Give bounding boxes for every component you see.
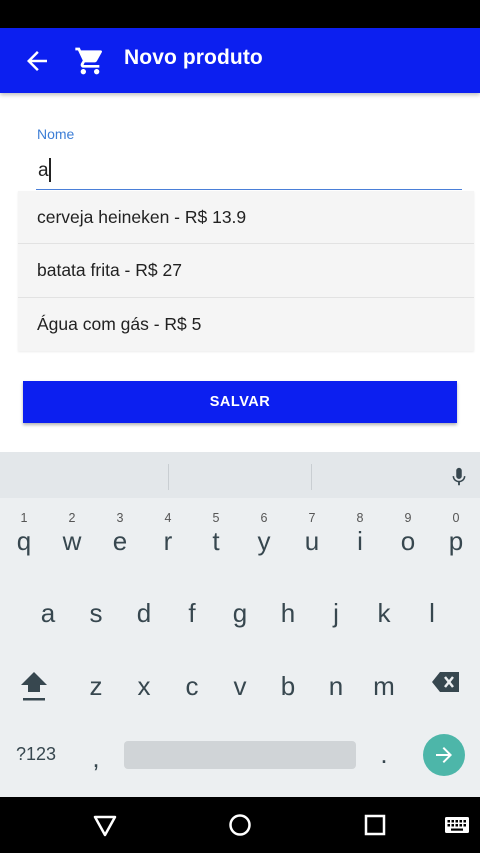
backspace-key[interactable] — [422, 652, 470, 712]
autocomplete-item[interactable]: Água com gás - R$ 5 — [18, 298, 474, 351]
key-hint: 4 — [164, 511, 172, 525]
key-g[interactable]: g — [216, 579, 264, 639]
key-char: d — [136, 597, 152, 628]
status-bar — [0, 0, 480, 28]
key-v[interactable]: v — [216, 652, 264, 712]
key-char: t — [212, 525, 220, 556]
key-char: r — [163, 525, 173, 556]
key-char: b — [280, 670, 296, 701]
key-i[interactable]: 8i — [336, 507, 384, 567]
key-char: w — [62, 525, 82, 556]
key-char: . — [380, 738, 388, 769]
key-r[interactable]: 4r — [144, 507, 192, 567]
symbols-key[interactable]: ?123 — [12, 724, 60, 784]
arrow-forward-icon — [436, 747, 452, 763]
key-hint: 5 — [212, 511, 220, 525]
key-char: g — [232, 597, 248, 628]
key-y[interactable]: 6y — [240, 507, 288, 567]
key-char: l — [429, 597, 435, 628]
key-d[interactable]: d — [120, 579, 168, 639]
period-key[interactable]: . — [360, 724, 408, 784]
key-hint: 8 — [356, 511, 364, 525]
key-h[interactable]: h — [264, 579, 312, 639]
back-triangle-icon[interactable] — [91, 811, 119, 839]
key-char: y — [257, 525, 271, 556]
key-n[interactable]: n — [312, 652, 360, 712]
key-l[interactable]: l — [408, 579, 456, 639]
key-j[interactable]: j — [312, 579, 360, 639]
key-char: z — [89, 670, 103, 701]
key-b[interactable]: b — [264, 652, 312, 712]
key-char: e — [112, 525, 128, 556]
arrow-back-icon[interactable] — [22, 46, 52, 76]
key-hint: 1 — [20, 511, 28, 525]
shift-key[interactable] — [10, 652, 58, 712]
autocomplete-list: cerveja heineken - R$ 13.9 batata frita … — [18, 191, 474, 351]
key-char: i — [357, 525, 363, 556]
key-c[interactable]: c — [168, 652, 216, 712]
key-k[interactable]: k — [360, 579, 408, 639]
key-w[interactable]: 2w — [48, 507, 96, 567]
key-char: , — [92, 742, 100, 773]
key-char: q — [16, 525, 32, 556]
key-char: v — [233, 670, 247, 701]
autocomplete-item[interactable]: batata frita - R$ 27 — [18, 244, 474, 298]
key-char: h — [280, 597, 296, 628]
key-m[interactable]: m — [360, 652, 408, 712]
navigation-bar — [0, 797, 480, 853]
name-input[interactable] — [36, 152, 462, 190]
key-char: j — [333, 597, 339, 628]
autocomplete-item[interactable]: cerveja heineken - R$ 13.9 — [18, 191, 474, 245]
shift-icon — [21, 672, 47, 701]
microphone-icon[interactable] — [448, 464, 470, 490]
key-char: f — [188, 597, 196, 628]
home-circle-icon[interactable] — [226, 811, 254, 839]
key-hint: 3 — [116, 511, 124, 525]
symbols-key-label: ?123 — [15, 743, 57, 764]
suggestion-strip — [0, 452, 480, 498]
key-char: c — [185, 670, 199, 701]
key-hint: 9 — [404, 511, 412, 525]
key-o[interactable]: 9o — [384, 507, 432, 567]
name-field-label: Nome — [37, 126, 75, 142]
page-title: Novo produto — [124, 46, 263, 69]
text-cursor — [49, 158, 51, 182]
key-char: a — [40, 597, 56, 628]
key-x[interactable]: x — [120, 652, 168, 712]
key-t[interactable]: 5t — [192, 507, 240, 567]
key-hint: 2 — [68, 511, 76, 525]
comma-key[interactable]: , — [72, 728, 120, 788]
recents-square-icon[interactable] — [361, 811, 389, 839]
key-hint: 6 — [260, 511, 268, 525]
divider — [311, 464, 312, 490]
soft-keyboard: 1q 2w 3e 4r 5t 6y 7u 8i 9o 0p a s d f g … — [0, 452, 480, 797]
key-char: p — [448, 525, 464, 556]
key-hint: 7 — [308, 511, 316, 525]
app-bar: Novo produto — [0, 28, 480, 93]
save-button[interactable]: SALVAR — [23, 381, 457, 423]
backspace-icon — [432, 672, 459, 692]
key-char: n — [328, 670, 344, 701]
enter-key[interactable] — [423, 734, 465, 776]
key-p[interactable]: 0p — [432, 507, 480, 567]
divider — [168, 464, 169, 490]
key-e[interactable]: 3e — [96, 507, 144, 567]
key-hint: 0 — [452, 511, 460, 525]
key-a[interactable]: a — [24, 579, 72, 639]
key-s[interactable]: s — [72, 579, 120, 639]
shopping-cart-icon — [75, 47, 102, 75]
key-f[interactable]: f — [168, 579, 216, 639]
space-key[interactable] — [124, 741, 356, 769]
key-char: u — [304, 525, 320, 556]
key-char: x — [137, 670, 151, 701]
key-z[interactable]: z — [72, 652, 120, 712]
keyboard-icon[interactable] — [443, 811, 471, 839]
key-char: o — [400, 525, 416, 556]
key-q[interactable]: 1q — [0, 507, 48, 567]
key-char: k — [377, 597, 391, 628]
key-u[interactable]: 7u — [288, 507, 336, 567]
key-char: s — [89, 597, 103, 628]
key-char: m — [373, 670, 395, 701]
